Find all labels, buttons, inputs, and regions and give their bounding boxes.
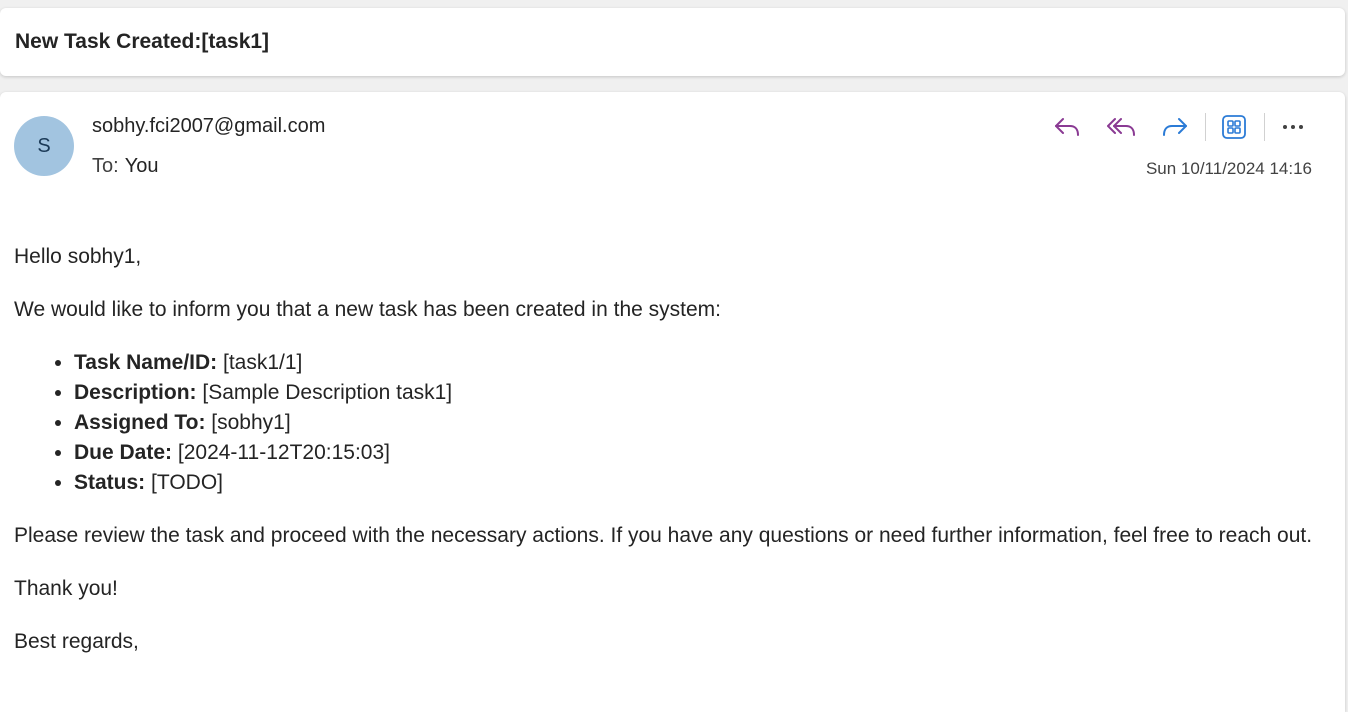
toolbar-divider [1264,113,1265,141]
detail-label: Due Date: [74,441,173,464]
to-label: To: [92,155,119,177]
detail-label: Description: [74,381,197,404]
closing-line: Best regards, [14,630,139,653]
more-actions-button[interactable] [1275,110,1311,144]
review-paragraph: Please review the task and proceed with … [14,524,1313,547]
list-item: Task Name/ID: [task1/1] [74,348,1314,378]
recipient-you[interactable]: You [125,155,159,177]
detail-value: [TODO] [151,471,223,494]
detail-value: [task1/1] [223,351,303,374]
forward-icon [1163,118,1187,136]
list-item: Assigned To: [sobhy1] [74,408,1314,438]
thanks-line: Thank you! [14,577,118,600]
detail-value: [2024-11-12T20:15:03] [177,441,390,464]
sender-avatar[interactable]: S [14,116,74,176]
sender-email[interactable]: sobhy.fci2007@gmail.com [92,115,325,138]
message-body: Hello sobhy1, We would like to inform yo… [14,242,1314,680]
intro-paragraph: We would like to inform you that a new t… [14,298,721,321]
reply-all-icon [1107,118,1135,136]
apps-icon [1222,115,1246,139]
reply-icon [1055,118,1079,136]
message-timestamp: Sun 10/11/2024 14:16 [1145,159,1312,178]
message-card: S sobhy.fci2007@gmail.com To: You Sun 10… [0,92,1345,712]
detail-label: Task Name/ID: [74,351,218,374]
greeting: Hello sobhy1, [14,245,142,268]
more-icon [1283,125,1303,129]
email-subject: New Task Created:[task1] [15,30,270,53]
detail-value: [Sample Description task1] [202,381,453,404]
subject-bar: New Task Created:[task1] [0,8,1345,76]
recipient-line: To: You [92,155,158,178]
forward-button[interactable] [1157,110,1193,144]
detail-label: Assigned To: [74,411,206,434]
reply-all-button[interactable] [1103,110,1139,144]
toolbar-divider [1205,113,1206,141]
list-item: Due Date: [2024-11-12T20:15:03] [74,438,1314,468]
detail-label: Status: [74,471,146,494]
task-details-list: Task Name/ID: [task1/1] Description: [Sa… [14,348,1314,498]
list-item: Status: [TODO] [74,468,1314,498]
apps-button[interactable] [1216,110,1252,144]
detail-value: [sobhy1] [211,411,291,434]
reply-button[interactable] [1049,110,1085,144]
list-item: Description: [Sample Description task1] [74,378,1314,408]
message-actions [1049,110,1311,144]
